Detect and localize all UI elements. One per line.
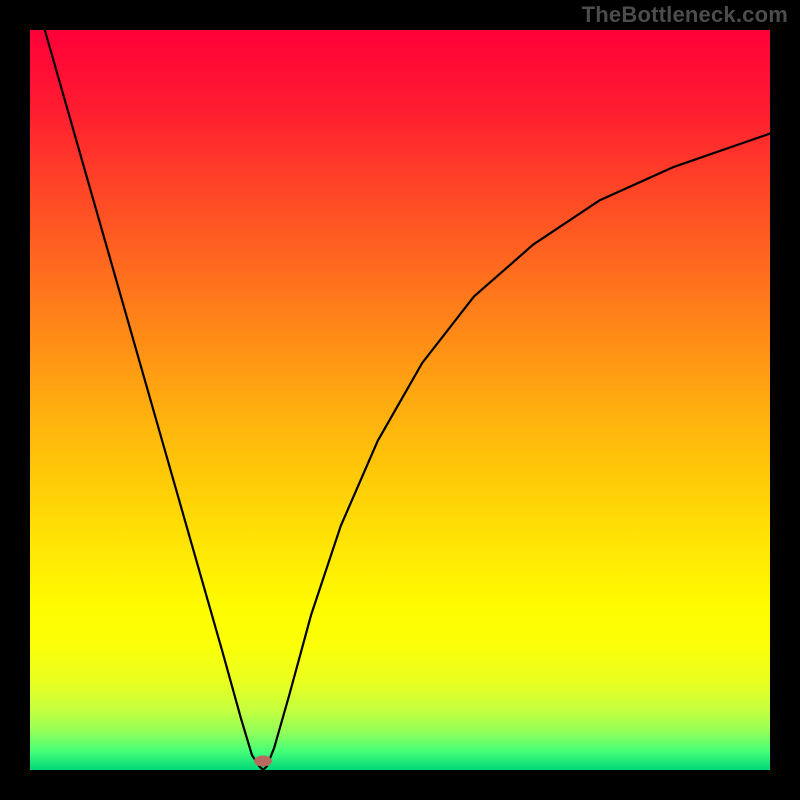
watermark-text: TheBottleneck.com [582,2,788,28]
plot-area [30,30,770,770]
curve-path [45,30,770,770]
curve-line [30,30,770,770]
minimum-marker [254,756,272,767]
chart-frame: TheBottleneck.com [0,0,800,800]
